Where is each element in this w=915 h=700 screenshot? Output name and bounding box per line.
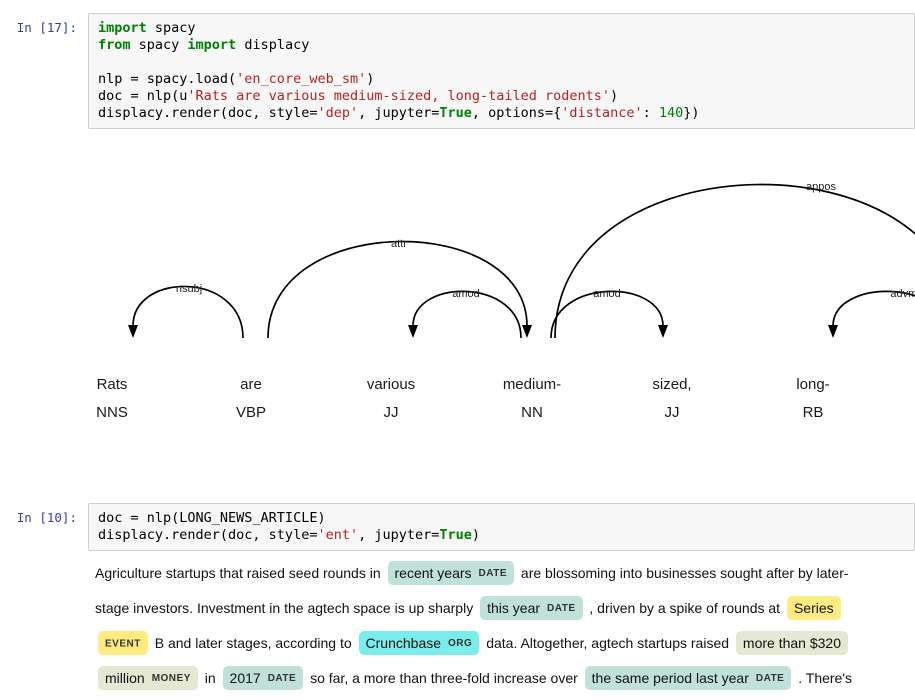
code-token-kw: import: [98, 20, 147, 36]
entity-chip: more than $320: [736, 631, 848, 655]
code-token: displacy.render(doc, style=: [98, 105, 317, 121]
dep-arrowhead-icon: [128, 325, 138, 338]
dep-svg: nsubj attr amod amod appos advmod Rats NNS are VB…: [0, 150, 915, 450]
entity-type-label: DATE: [756, 673, 784, 684]
code-token-num: 140: [659, 105, 683, 121]
dep-pos-tag: JJ: [384, 404, 399, 421]
code-token-str: 'Rats are various medium-sized, long-tai…: [187, 88, 610, 104]
code-line: import spacy: [98, 20, 905, 37]
code-editor[interactable]: doc = nlp(LONG_NEWS_ARTICLE)displacy.ren…: [88, 503, 915, 551]
entity-type-label: MONEY: [152, 673, 191, 684]
entity-chip: Series: [787, 596, 841, 620]
dep-pos-tag: NNS: [96, 404, 128, 421]
entity-type-label: ORG: [448, 638, 472, 649]
code-token-str: 'en_core_web_sm': [236, 71, 366, 87]
dep-arc-label: amod: [593, 288, 621, 300]
code-line: displacy.render(doc, style='dep', jupyte…: [98, 105, 905, 122]
jupyter-notebook: { "cells": [ { "prompt": "In [17]:", "co…: [0, 0, 915, 700]
dep-pos-tag: JJ: [665, 404, 680, 421]
entity-type-label: DATE: [479, 568, 507, 579]
dependency-visualization: nsubj attr amod amod appos advmod Rats NNS are VB…: [0, 150, 915, 450]
code-token-kw: True: [439, 105, 472, 121]
cell-prompt: In [17]:: [0, 13, 88, 35]
dep-word: sized,: [652, 376, 691, 393]
code-token: , options={: [472, 105, 561, 121]
entity-text-line: millionMONEY in 2017DATE so far, a more …: [95, 661, 913, 696]
dep-arc-label: attr: [391, 238, 407, 250]
code-token: nlp = spacy.load(: [98, 71, 236, 87]
code-line: nlp = spacy.load('en_core_web_sm'): [98, 71, 905, 88]
entity-chip: this yearDATE: [480, 596, 582, 620]
dep-word: long-: [796, 376, 829, 393]
entity-text-line: Agriculture startups that raised seed ro…: [95, 556, 913, 591]
code-token-str: 'dep': [317, 105, 358, 121]
dep-pos-tag: VBP: [236, 404, 266, 421]
entity-chip: CrunchbaseORG: [359, 631, 480, 655]
code-token: spacy: [131, 37, 188, 53]
cell-prompt: In [10]:: [0, 503, 88, 525]
code-token: displacy.render(doc, style=: [98, 527, 317, 543]
dep-arc-label: amod: [452, 288, 480, 300]
dep-arc: [555, 185, 915, 338]
dep-word: medium-: [503, 376, 561, 393]
code-token-str: 'distance': [561, 105, 642, 121]
code-token: , jupyter=: [358, 105, 439, 121]
code-token-kw: True: [439, 527, 472, 543]
entity-text-line: stage investors. Investment in the agtec…: [95, 591, 913, 626]
entity-visualization: Agriculture startups that raised seed ro…: [95, 556, 913, 696]
entity-chip: recent yearsDATE: [388, 561, 515, 585]
entity-type-label: DATE: [268, 673, 296, 684]
code-line: [98, 54, 905, 71]
entity-text-line: EVENT B and later stages, according to C…: [95, 626, 913, 661]
code-token: doc = nlp(LONG_NEWS_ARTICLE): [98, 510, 326, 526]
entity-type-label: DATE: [547, 603, 575, 614]
dep-arrowhead-icon: [408, 325, 418, 338]
dep-arrowhead-icon: [658, 325, 668, 338]
code-editor[interactable]: import spacyfrom spacy import displacy n…: [88, 13, 915, 129]
code-token: , jupyter=: [358, 527, 439, 543]
dep-pos-tag: NN: [521, 404, 543, 421]
entity-type-label: EVENT: [105, 638, 141, 649]
code-token: spacy: [147, 20, 196, 36]
code-line: from spacy import displacy: [98, 37, 905, 54]
entity-chip: 2017DATE: [223, 666, 304, 690]
dep-word: are: [240, 376, 262, 393]
dep-arrowhead-icon: [828, 325, 838, 338]
code-cell: In [10]: doc = nlp(LONG_NEWS_ARTICLE)dis…: [0, 503, 915, 551]
dep-pos-tag: RB: [803, 404, 824, 421]
code-line: doc = nlp(LONG_NEWS_ARTICLE): [98, 510, 905, 527]
entity-chip: the same period last yearDATE: [585, 666, 792, 690]
dep-word: Rats: [97, 376, 128, 393]
code-token: :: [643, 105, 659, 121]
code-line: doc = nlp(u'Rats are various medium-size…: [98, 88, 905, 105]
dep-arc-label: advmod: [890, 288, 915, 300]
dep-arc: [268, 241, 527, 338]
code-line: displacy.render(doc, style='ent', jupyte…: [98, 527, 905, 544]
dep-arrowhead-icon: [522, 325, 532, 338]
code-token: ): [472, 527, 480, 543]
entity-chip: EVENT: [98, 631, 148, 655]
code-token-kw: import: [187, 37, 236, 53]
dep-word: various: [367, 376, 415, 393]
code-token: doc = nlp(u: [98, 88, 187, 104]
code-cell: In [17]: import spacyfrom spacy import d…: [0, 13, 915, 129]
code-token: displacy: [236, 37, 309, 53]
dep-arc-label: nsubj: [176, 283, 202, 295]
code-token-str: 'ent': [317, 527, 358, 543]
code-token: ): [610, 88, 618, 104]
entity-chip: millionMONEY: [98, 666, 198, 690]
code-token: ): [366, 71, 374, 87]
dep-arc-label: appos: [806, 181, 836, 193]
code-token: }): [683, 105, 699, 121]
code-token-kw: from: [98, 37, 131, 53]
